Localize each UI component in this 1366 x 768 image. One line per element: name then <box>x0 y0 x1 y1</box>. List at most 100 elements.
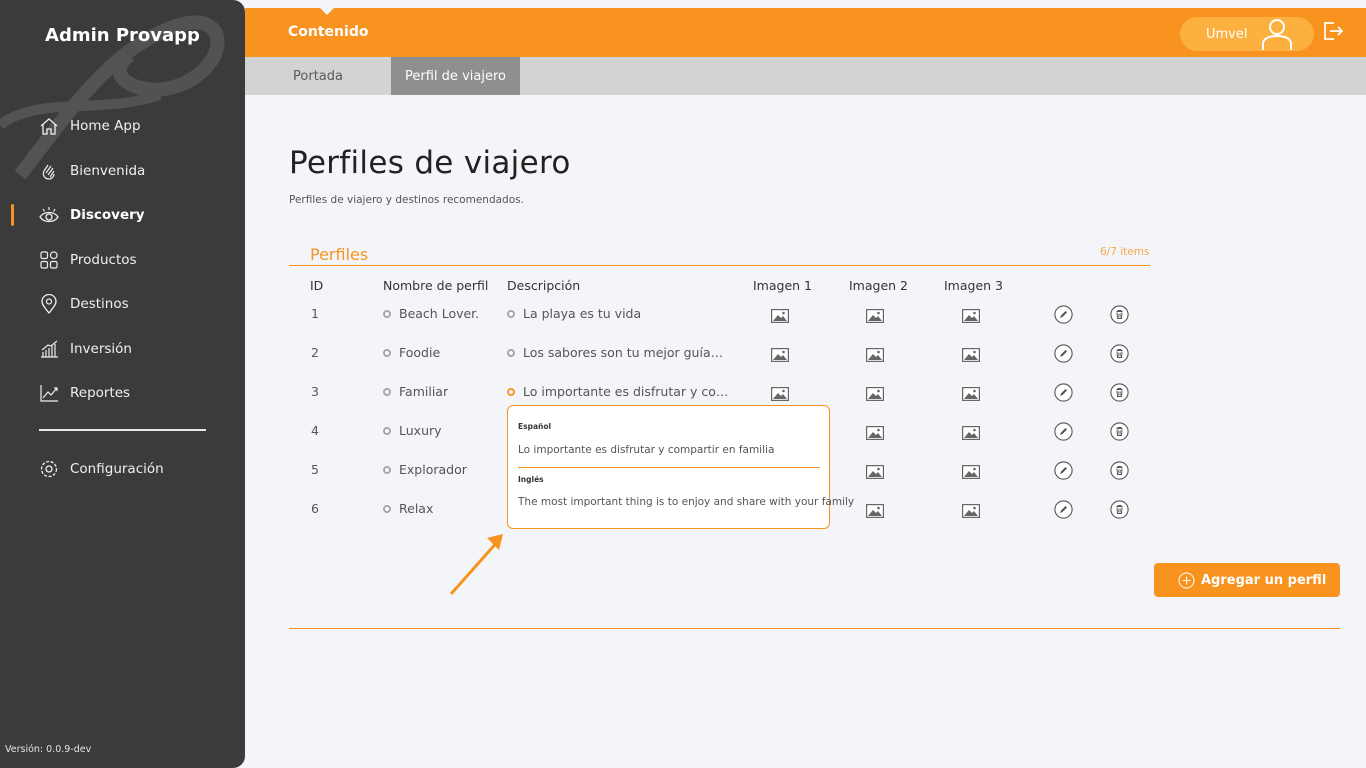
profile-name: Familiar <box>399 384 449 399</box>
image-2-icon[interactable] <box>866 425 884 441</box>
row-id: 5 <box>311 462 319 477</box>
status-dot <box>383 466 391 474</box>
sidebar-item-label: Destinos <box>70 296 129 313</box>
profile-name: Beach Lover. <box>399 306 480 321</box>
delete-icon[interactable] <box>1110 305 1129 324</box>
image-1-icon[interactable] <box>771 347 789 363</box>
edit-icon[interactable] <box>1054 461 1073 480</box>
edit-icon[interactable] <box>1054 422 1073 441</box>
sidebar-item-home-app[interactable]: Home App <box>0 104 245 149</box>
add-profile-button[interactable]: Agregar un perfil <box>1154 563 1340 597</box>
column-header-name: Nombre de perfil <box>383 278 489 293</box>
user-menu[interactable]: Umvel <box>1180 17 1314 51</box>
profile-name: Relax <box>399 501 434 516</box>
tab-perfil-de-viajero[interactable]: Perfil de viajero <box>391 57 520 95</box>
row-id: 1 <box>311 306 319 321</box>
gear-icon <box>38 458 60 480</box>
home-icon <box>38 115 60 137</box>
row-id: 2 <box>311 345 319 360</box>
status-dot <box>383 427 391 435</box>
tooltip-divider <box>518 467 820 468</box>
row-name[interactable]: Foodie <box>383 345 440 360</box>
row-description[interactable]: Los sabores son tu mejor guía… <box>507 345 723 360</box>
image-3-icon[interactable] <box>962 347 980 363</box>
bar-chart-icon <box>38 338 60 360</box>
row-name[interactable]: Explorador <box>383 462 467 477</box>
image-2-icon[interactable] <box>866 464 884 480</box>
sidebar-item-productos[interactable]: Productos <box>0 238 245 283</box>
logout-icon[interactable] <box>1322 20 1344 42</box>
image-1-icon[interactable] <box>771 386 789 402</box>
sidebar-item-label: Productos <box>70 251 137 268</box>
image-3-icon[interactable] <box>962 425 980 441</box>
sidebar-item-discovery[interactable]: Discovery <box>0 193 245 238</box>
image-2-icon[interactable] <box>866 386 884 402</box>
edit-icon[interactable] <box>1054 305 1073 324</box>
delete-icon[interactable] <box>1110 344 1129 363</box>
image-3-icon[interactable] <box>962 464 980 480</box>
tab-bar: Portada Perfil de viajero <box>245 57 1366 95</box>
status-dot <box>507 349 515 357</box>
column-header-image2: Imagen 2 <box>849 278 908 293</box>
sidebar-item-label: Discovery <box>70 207 145 224</box>
line-chart-icon <box>38 382 60 404</box>
sidebar-item-label: Configuración <box>70 460 164 477</box>
profile-name: Foodie <box>399 345 441 360</box>
profile-name: Explorador <box>399 462 467 477</box>
page-subtitle: Perfiles de viajero y destinos recomenda… <box>289 194 524 206</box>
column-header-description: Descripción <box>507 278 581 293</box>
column-header-id: ID <box>310 278 324 293</box>
plus-circle-icon <box>1178 572 1195 588</box>
location-pin-icon <box>38 293 60 315</box>
sidebar-item-configuracion[interactable]: Configuración <box>0 447 245 492</box>
edit-icon[interactable] <box>1054 383 1073 402</box>
status-dot <box>383 505 391 513</box>
image-3-icon[interactable] <box>962 308 980 324</box>
image-1-icon[interactable] <box>771 308 789 324</box>
sidebar-nav: Home App Bienvenida Discovery Productos … <box>0 104 245 491</box>
sidebar-item-bienvenida[interactable]: Bienvenida <box>0 149 245 194</box>
tooltip-lang-en: Inglés <box>518 475 544 484</box>
image-2-icon[interactable] <box>866 503 884 519</box>
row-name[interactable]: Familiar <box>383 384 448 399</box>
tab-portada[interactable]: Portada <box>245 57 391 95</box>
delete-icon[interactable] <box>1110 383 1129 402</box>
row-description[interactable]: La playa es tu vida <box>507 306 641 321</box>
items-count: 6/7 items <box>1100 246 1150 258</box>
tooltip-text-es: Lo importante es disfrutar y compartir e… <box>518 444 775 456</box>
image-2-icon[interactable] <box>866 308 884 324</box>
panel-title: Perfiles <box>310 245 369 264</box>
sidebar-item-label: Bienvenida <box>70 162 146 179</box>
sidebar-item-destinos[interactable]: Destinos <box>0 282 245 327</box>
row-id: 4 <box>311 423 319 438</box>
delete-icon[interactable] <box>1110 422 1129 441</box>
section-caret-icon <box>319 7 335 15</box>
row-id: 6 <box>311 501 319 516</box>
row-description[interactable]: Lo importante es disfrutar y co… <box>507 384 728 399</box>
image-3-icon[interactable] <box>962 503 980 519</box>
sidebar-item-label: Home App <box>70 118 141 135</box>
annotation-arrow-icon <box>449 534 503 595</box>
row-name[interactable]: Beach Lover. <box>383 306 479 321</box>
status-dot <box>383 310 391 318</box>
delete-icon[interactable] <box>1110 500 1129 519</box>
sidebar-divider <box>39 428 206 431</box>
sidebar-item-reportes[interactable]: Reportes <box>0 371 245 416</box>
delete-icon[interactable] <box>1110 461 1129 480</box>
profile-name: Luxury <box>399 423 442 438</box>
row-name[interactable]: Relax <box>383 501 433 516</box>
panel-divider <box>289 265 1150 266</box>
status-dot <box>507 310 515 318</box>
edit-icon[interactable] <box>1054 344 1073 363</box>
sidebar-item-inversion[interactable]: Inversión <box>0 327 245 372</box>
profile-description: La playa es tu vida <box>523 306 642 321</box>
image-2-icon[interactable] <box>866 347 884 363</box>
app-version: Versión: 0.0.9-dev <box>5 744 92 755</box>
description-tooltip: Español Lo importante es disfrutar y com… <box>507 405 854 529</box>
top-bar: Contenido Umvel <box>245 7 1366 57</box>
row-name[interactable]: Luxury <box>383 423 442 438</box>
image-3-icon[interactable] <box>962 386 980 402</box>
edit-icon[interactable] <box>1054 500 1073 519</box>
page-title: Perfiles de viajero <box>289 145 571 181</box>
tooltip-lang-es: Español <box>518 422 552 431</box>
